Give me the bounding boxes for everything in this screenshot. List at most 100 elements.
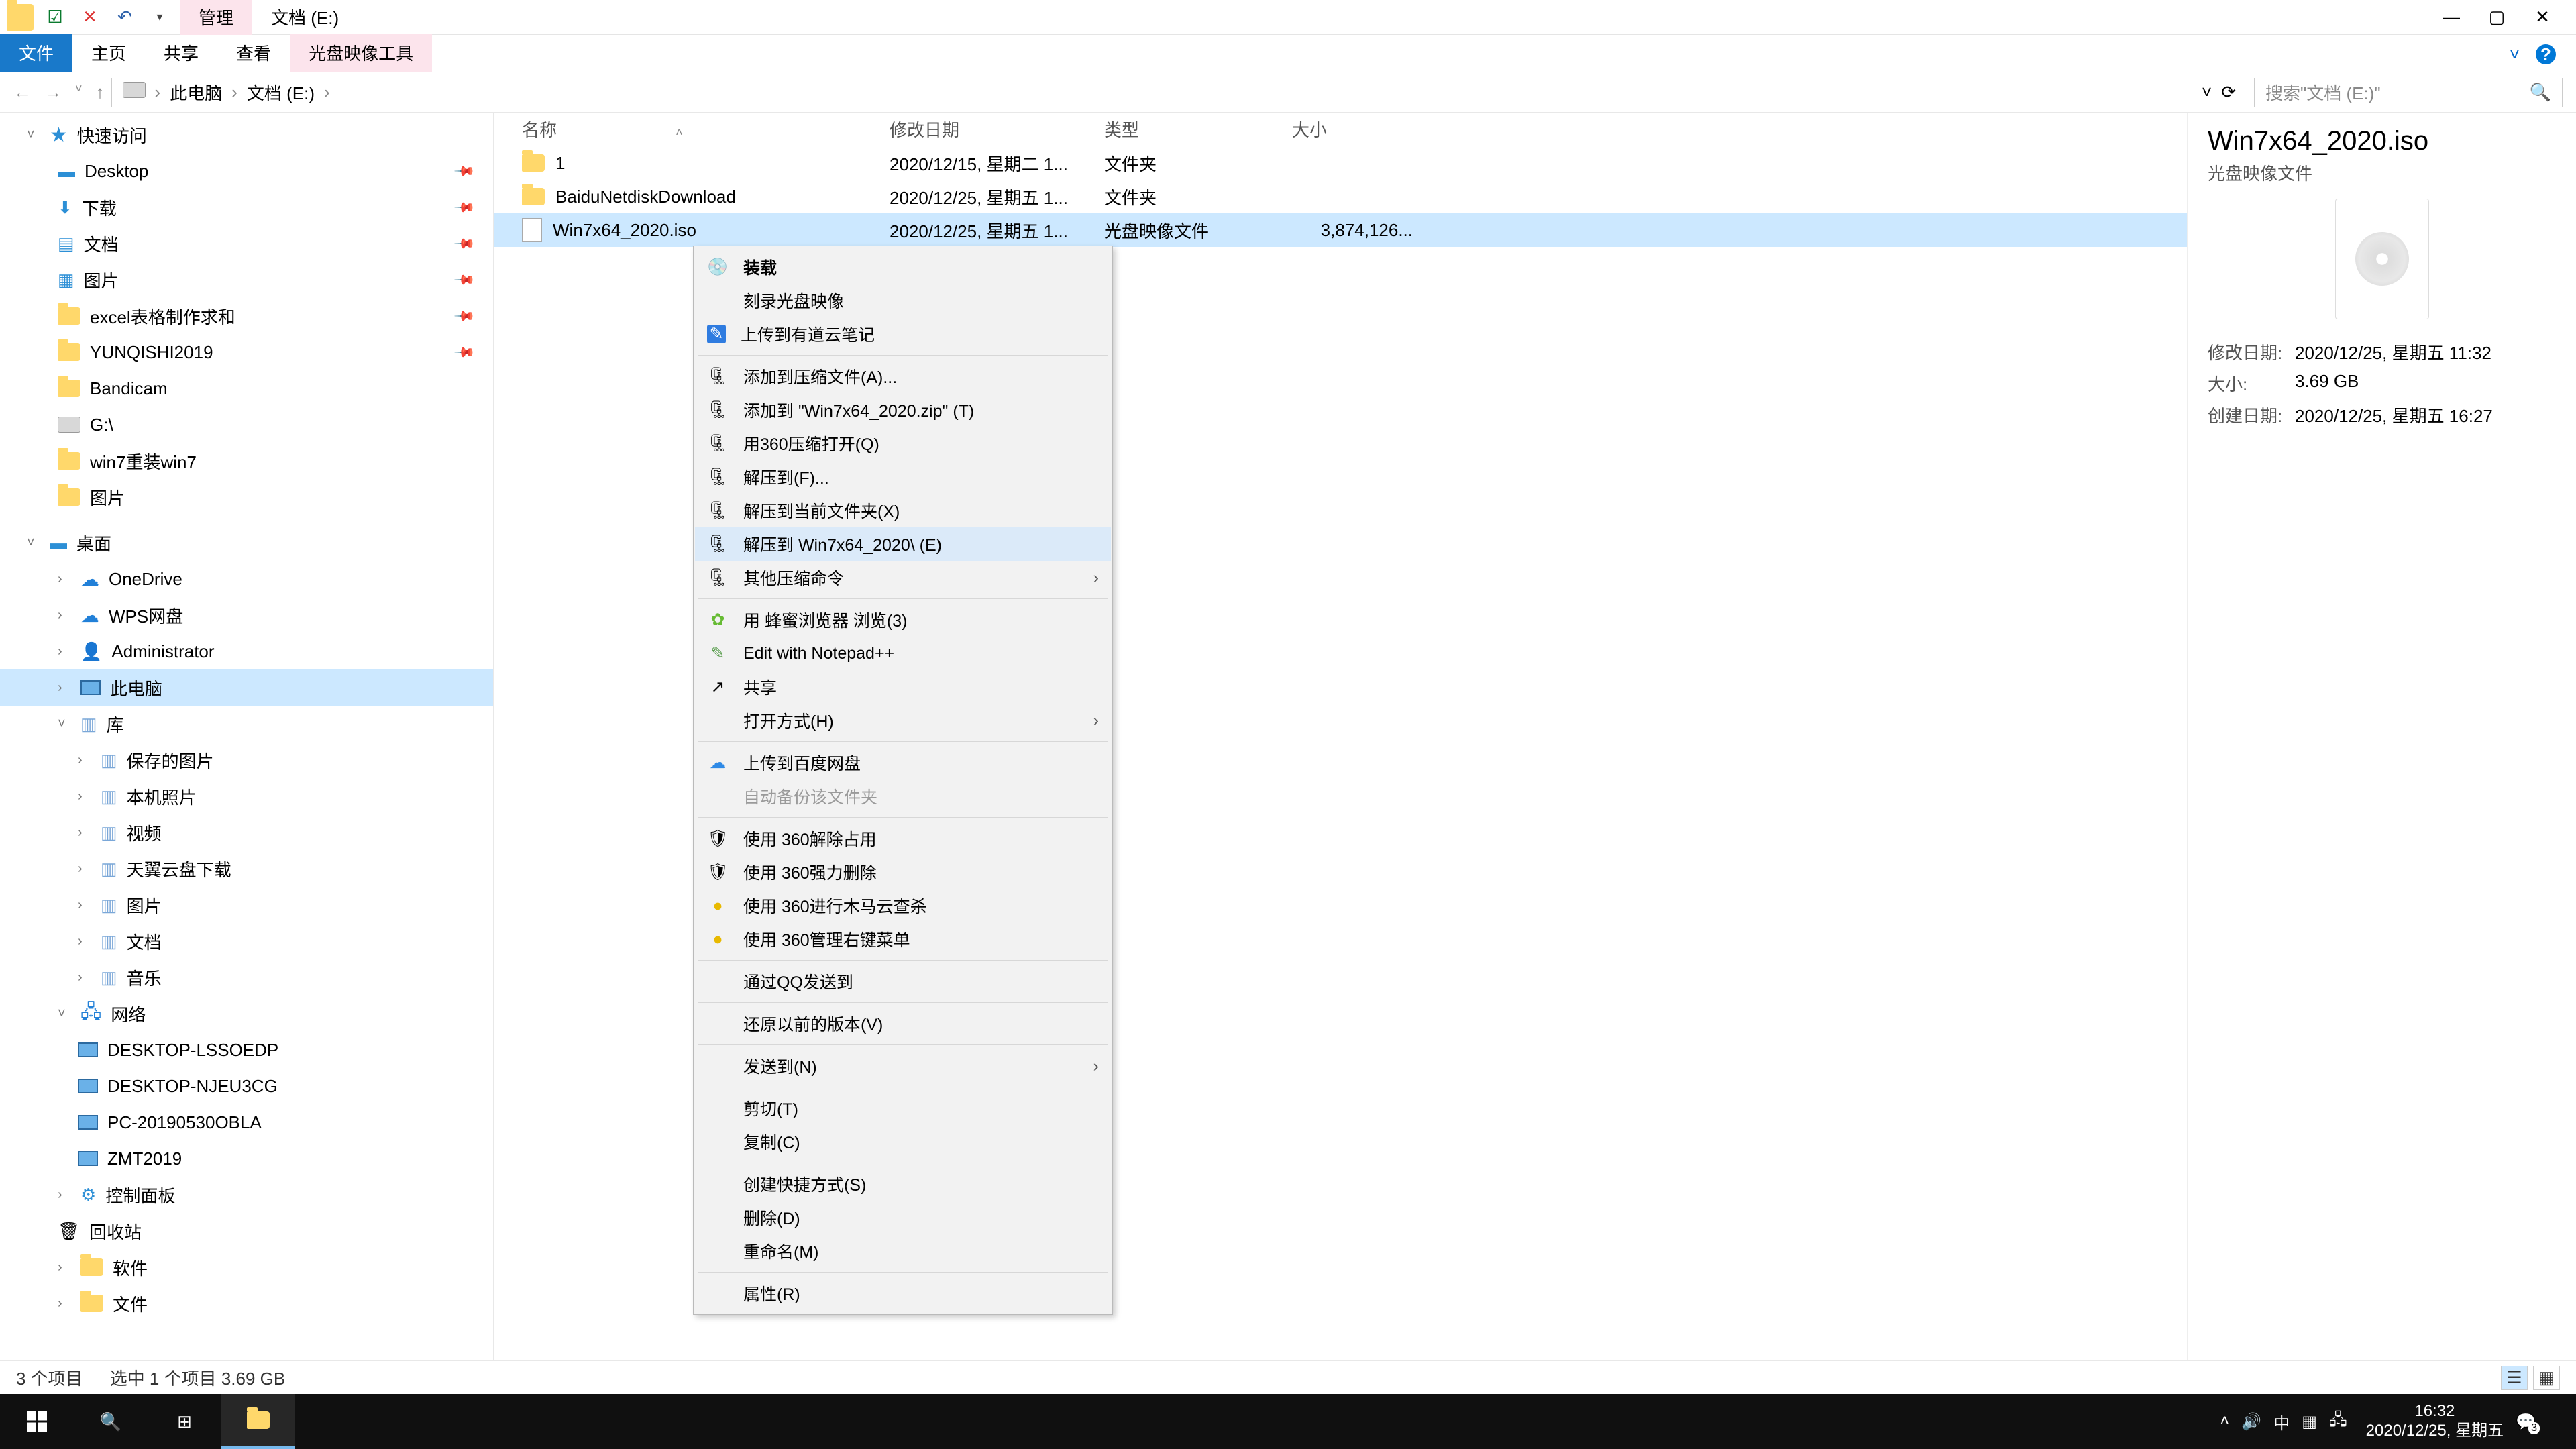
tree-yunqishi[interactable]: YUNQISHI2019📌	[0, 334, 493, 370]
ctx-360-manage[interactable]: ●使用 360管理右键菜单	[695, 922, 1111, 956]
tray-overflow-icon[interactable]: ˄	[2220, 1412, 2229, 1431]
ribbon-expand-icon[interactable]: ˅	[2510, 44, 2520, 65]
ctx-upload-baidu[interactable]: ☁上传到百度网盘	[695, 746, 1111, 780]
tree-admin[interactable]: ›👤Administrator	[0, 633, 493, 669]
ctx-other-zip[interactable]: 🗜其他压缩命令›	[695, 561, 1111, 594]
tree-files[interactable]: ›文件	[0, 1285, 493, 1322]
nav-up-icon[interactable]: ↑	[96, 82, 105, 103]
tree-network[interactable]: ˅🖧网络	[0, 996, 493, 1032]
ctx-extract-here[interactable]: 🗜解压到当前文件夹(X)	[695, 494, 1111, 527]
nav-forward-icon[interactable]: →	[44, 82, 62, 103]
breadcrumb-folder[interactable]: 文档 (E:)	[247, 80, 315, 105]
breadcrumb-root[interactable]: 此电脑	[170, 80, 222, 105]
tree-saved-pics[interactable]: ›▥保存的图片	[0, 742, 493, 778]
view-icons-button[interactable]: ▦	[2533, 1366, 2560, 1390]
tree-excel[interactable]: excel表格制作求和📌	[0, 298, 493, 334]
ctx-bee-browser[interactable]: ✿用 蜂蜜浏览器 浏览(3)	[695, 603, 1111, 637]
tree-onedrive[interactable]: ›☁OneDrive	[0, 561, 493, 597]
tree-pc1[interactable]: DESKTOP-LSSOEDP	[0, 1032, 493, 1068]
ctx-youdao[interactable]: ✎上传到有道云笔记	[695, 317, 1111, 351]
tab-file[interactable]: 文件	[0, 34, 72, 72]
tree-camera-roll[interactable]: ›▥本机照片	[0, 778, 493, 814]
start-button[interactable]	[0, 1394, 74, 1449]
tree-control-panel[interactable]: ›⚙控制面板	[0, 1177, 493, 1213]
nav-back-icon[interactable]: ←	[13, 82, 31, 103]
ctx-copy[interactable]: 复制(C)	[695, 1125, 1111, 1159]
tree-videos[interactable]: ›▥视频	[0, 814, 493, 851]
col-date[interactable]: 修改日期	[890, 117, 1104, 142]
tree-documents2[interactable]: ›▥文档	[0, 923, 493, 959]
tree-desktop-root[interactable]: ˅▬桌面	[0, 525, 493, 561]
tree-desktop[interactable]: ▬Desktop📌	[0, 153, 493, 189]
tree-pc4[interactable]: ZMT2019	[0, 1140, 493, 1177]
ribbon-context-tab[interactable]: 管理	[180, 0, 252, 35]
col-type[interactable]: 类型	[1104, 117, 1292, 142]
volume-icon[interactable]: 🔊	[2241, 1412, 2261, 1432]
tree-this-pc[interactable]: ›此电脑	[0, 669, 493, 706]
explorer-taskbar-button[interactable]	[221, 1394, 295, 1449]
tab-view[interactable]: 查看	[217, 34, 290, 72]
tree-downloads[interactable]: ⬇下载📌	[0, 189, 493, 225]
ime-indicator[interactable]: 中	[2273, 1410, 2290, 1434]
tree-quick-access[interactable]: ˅★快速访问	[0, 117, 493, 153]
tree-documents[interactable]: ▤文档📌	[0, 225, 493, 262]
col-size[interactable]: 大小	[1292, 117, 1426, 142]
qat-delete-icon[interactable]: ✕	[76, 4, 103, 31]
addr-refresh-icon[interactable]: ⟳	[2221, 82, 2236, 103]
tray-app-icon[interactable]: ▦	[2302, 1412, 2317, 1432]
show-desktop-button[interactable]	[2555, 1401, 2563, 1442]
ctx-360-unlock[interactable]: 🛡使用 360解除占用	[695, 822, 1111, 855]
tree-pc2[interactable]: DESKTOP-NJEU3CG	[0, 1068, 493, 1104]
qat-undo-icon[interactable]: ↶	[111, 4, 138, 31]
ctx-add-archive[interactable]: 🗜添加到压缩文件(A)...	[695, 360, 1111, 393]
tree-gdrive[interactable]: G:\	[0, 407, 493, 443]
ctx-rename[interactable]: 重命名(M)	[695, 1234, 1111, 1268]
tree-wps[interactable]: ›☁WPS网盘	[0, 597, 493, 633]
maximize-icon[interactable]: ▢	[2483, 4, 2510, 31]
qat-dropdown-icon[interactable]: ▾	[146, 4, 173, 31]
addr-dropdown-icon[interactable]: ˅	[2202, 82, 2212, 103]
ctx-extract-to[interactable]: 🗜解压到(F)...	[695, 460, 1111, 494]
ctx-shortcut[interactable]: 创建快捷方式(S)	[695, 1167, 1111, 1201]
tree-libraries[interactable]: ˅▥库	[0, 706, 493, 742]
network-tray-icon[interactable]: 🖧	[2329, 1408, 2347, 1436]
tree-pictures2[interactable]: 图片	[0, 479, 493, 515]
ctx-open-with[interactable]: 打开方式(H)›	[695, 704, 1111, 737]
tree-software[interactable]: ›软件	[0, 1249, 493, 1285]
ctx-mount[interactable]: 💿装载	[695, 250, 1111, 284]
tab-home[interactable]: 主页	[72, 34, 145, 72]
table-row[interactable]: Win7x64_2020.iso 2020/12/25, 星期五 1...光盘映…	[494, 213, 2187, 247]
clock[interactable]: 16:32 2020/12/25, 星期五	[2366, 1402, 2504, 1441]
table-row[interactable]: 1 2020/12/15, 星期二 1...文件夹	[494, 146, 2187, 180]
col-name[interactable]: 名称 ˄	[494, 117, 890, 142]
tree-tianyi[interactable]: ›▥天翼云盘下载	[0, 851, 493, 887]
tree-pictures3[interactable]: ›▥图片	[0, 887, 493, 923]
address-bar[interactable]: › 此电脑 › 文档 (E:) › ˅ ⟳	[111, 78, 2247, 107]
tree-bandicam[interactable]: Bandicam	[0, 370, 493, 407]
tree-pc3[interactable]: PC-20190530OBLA	[0, 1104, 493, 1140]
search-button[interactable]: 🔍	[74, 1394, 148, 1449]
minimize-icon[interactable]: —	[2438, 4, 2465, 31]
help-icon[interactable]: ?	[2536, 44, 2556, 64]
ctx-360-delete[interactable]: 🛡使用 360强力删除	[695, 855, 1111, 889]
ctx-360-scan[interactable]: ●使用 360进行木马云查杀	[695, 889, 1111, 922]
ctx-delete[interactable]: 删除(D)	[695, 1201, 1111, 1234]
ctx-extract-named[interactable]: 🗜解压到 Win7x64_2020\ (E)	[695, 527, 1111, 561]
ctx-burn[interactable]: 刻录光盘映像	[695, 284, 1111, 317]
view-details-button[interactable]: ☰	[2501, 1366, 2528, 1390]
ctx-notepadpp[interactable]: ✎Edit with Notepad++	[695, 637, 1111, 670]
ctx-send-to[interactable]: 发送到(N)›	[695, 1049, 1111, 1083]
qat-checkbox-icon[interactable]: ☑	[42, 4, 68, 31]
tree-music[interactable]: ›▥音乐	[0, 959, 493, 996]
ctx-cut[interactable]: 剪切(T)	[695, 1091, 1111, 1125]
ctx-properties[interactable]: 属性(R)	[695, 1277, 1111, 1310]
ctx-add-zip[interactable]: 🗜添加到 "Win7x64_2020.zip" (T)	[695, 393, 1111, 427]
tab-iso-tools[interactable]: 光盘映像工具	[290, 34, 432, 72]
action-center-icon[interactable]: 💬3	[2516, 1412, 2536, 1432]
tab-share[interactable]: 共享	[145, 34, 217, 72]
ctx-qq-send[interactable]: 通过QQ发送到	[695, 965, 1111, 998]
ctx-share[interactable]: ↗共享	[695, 670, 1111, 704]
ctx-open-360zip[interactable]: 🗜用360压缩打开(Q)	[695, 427, 1111, 460]
ctx-restore[interactable]: 还原以前的版本(V)	[695, 1007, 1111, 1040]
tree-win7reinstall[interactable]: win7重装win7	[0, 443, 493, 479]
